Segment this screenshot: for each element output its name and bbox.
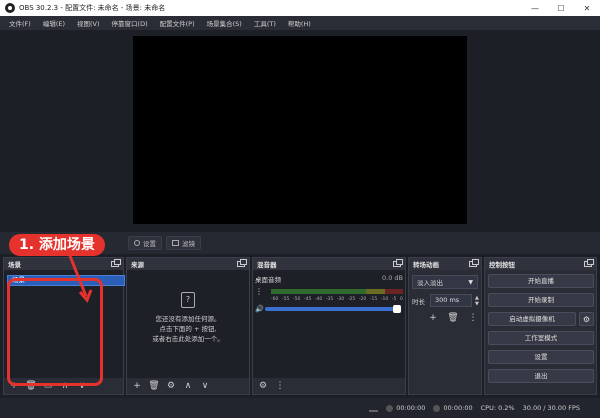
annotation-label: 1. 添加场景 [9,234,105,256]
annotation-highlight-box [7,278,103,386]
